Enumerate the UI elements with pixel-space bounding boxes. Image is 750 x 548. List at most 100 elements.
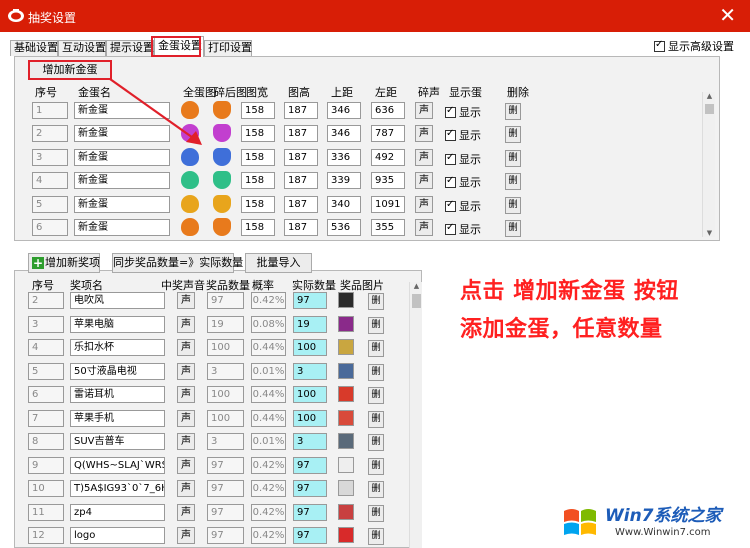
prize-name-input[interactable]: 苹果手机 [70, 410, 165, 427]
add-new-prize-button[interactable]: + 增加新奖项 [28, 253, 100, 273]
prize-actual-qty-input[interactable]: 97 [293, 292, 327, 309]
prize-name-input[interactable]: SUV吉普车 [70, 433, 165, 450]
tab-interaction[interactable]: 互动设置 [58, 40, 106, 56]
prize-sound-button[interactable]: 声 [177, 457, 195, 474]
prize-sound-button[interactable]: 声 [177, 339, 195, 356]
egg-width-input[interactable]: 158 [241, 125, 275, 142]
egg-width-input[interactable]: 158 [241, 196, 275, 213]
prize-sound-button[interactable]: 声 [177, 480, 195, 497]
egg-width-input[interactable]: 158 [241, 219, 275, 236]
egg-delete-button[interactable]: 删 [505, 220, 521, 237]
egg-height-input[interactable]: 187 [284, 172, 318, 189]
egg-left-input[interactable]: 935 [371, 172, 405, 189]
prize-image-thumbnail[interactable] [338, 433, 354, 449]
egg-width-input[interactable]: 158 [241, 172, 275, 189]
checkbox-icon[interactable] [445, 128, 456, 141]
prize-sound-button[interactable]: 声 [177, 433, 195, 450]
egg-full-image[interactable] [181, 171, 199, 189]
prize-sound-button[interactable]: 声 [177, 386, 195, 403]
prize-delete-button[interactable]: 删 [368, 364, 384, 381]
prize-delete-button[interactable]: 删 [368, 505, 384, 522]
prize-delete-button[interactable]: 删 [368, 387, 384, 404]
prize-name-input[interactable]: 电吹风 [70, 292, 165, 309]
scroll-up-icon[interactable]: ▲ [703, 92, 716, 100]
prize-name-input[interactable]: 苹果电脑 [70, 316, 165, 333]
prize-image-thumbnail[interactable] [338, 316, 354, 332]
prize-image-thumbnail[interactable] [338, 457, 354, 473]
egg-broken-image[interactable] [213, 148, 231, 166]
prize-image-thumbnail[interactable] [338, 339, 354, 355]
prize-actual-qty-input[interactable]: 97 [293, 504, 327, 521]
prize-delete-button[interactable]: 删 [368, 434, 384, 451]
tab-prompt[interactable]: 提示设置 [106, 40, 154, 56]
prize-name-input[interactable]: 乐扣水杯 [70, 339, 165, 356]
prize-actual-qty-input[interactable]: 97 [293, 457, 327, 474]
checkbox-icon[interactable] [445, 105, 456, 118]
egg-full-image[interactable] [181, 195, 199, 213]
egg-top-input[interactable]: 346 [327, 125, 361, 142]
egg-top-input[interactable]: 536 [327, 219, 361, 236]
egg-height-input[interactable]: 187 [284, 219, 318, 236]
egg-show-checkbox[interactable]: 显示 [445, 198, 481, 214]
prize-delete-button[interactable]: 删 [368, 411, 384, 428]
egg-width-input[interactable]: 158 [241, 102, 275, 119]
prize-delete-button[interactable]: 删 [368, 317, 384, 334]
egg-sound-button[interactable]: 声 [415, 149, 433, 166]
egg-height-input[interactable]: 187 [284, 125, 318, 142]
prize-actual-qty-input[interactable]: 100 [293, 339, 327, 356]
scroll-down-icon[interactable]: ▼ [703, 229, 716, 237]
prize-actual-qty-input[interactable]: 19 [293, 316, 327, 333]
prize-name-input[interactable]: logo [70, 527, 165, 544]
egg-left-input[interactable]: 355 [371, 219, 405, 236]
egg-broken-image[interactable] [213, 195, 231, 213]
checkbox-icon[interactable] [445, 222, 456, 235]
egg-list-scrollbar[interactable]: ▲ ▼ [702, 92, 715, 237]
prize-delete-button[interactable]: 删 [368, 340, 384, 357]
prize-name-input[interactable]: zp4 [70, 504, 165, 521]
checkbox-icon[interactable] [654, 39, 665, 52]
egg-sound-button[interactable]: 声 [415, 172, 433, 189]
egg-sound-button[interactable]: 声 [415, 102, 433, 119]
egg-delete-button[interactable]: 删 [505, 197, 521, 214]
egg-height-input[interactable]: 187 [284, 149, 318, 166]
prize-image-thumbnail[interactable] [338, 292, 354, 308]
egg-sound-button[interactable]: 声 [415, 219, 433, 236]
prize-name-input[interactable]: 50寸液晶电视 [70, 363, 165, 380]
egg-top-input[interactable]: 346 [327, 102, 361, 119]
egg-broken-image[interactable] [213, 101, 231, 119]
egg-left-input[interactable]: 787 [371, 125, 405, 142]
tab-print[interactable]: 打印设置 [204, 40, 252, 56]
egg-broken-image[interactable] [213, 171, 231, 189]
egg-left-input[interactable]: 1091 [371, 196, 405, 213]
prize-actual-qty-input[interactable]: 97 [293, 480, 327, 497]
prize-actual-qty-input[interactable]: 97 [293, 527, 327, 544]
egg-delete-button[interactable]: 删 [505, 126, 521, 143]
checkbox-icon[interactable] [445, 199, 456, 212]
egg-top-input[interactable]: 340 [327, 196, 361, 213]
egg-delete-button[interactable]: 删 [505, 150, 521, 167]
prize-image-thumbnail[interactable] [338, 410, 354, 426]
egg-name-input[interactable]: 新金蛋 [74, 196, 170, 213]
prize-delete-button[interactable]: 删 [368, 481, 384, 498]
egg-top-input[interactable]: 339 [327, 172, 361, 189]
prize-sound-button[interactable]: 声 [177, 504, 195, 521]
egg-show-checkbox[interactable]: 显示 [445, 104, 481, 120]
prize-image-thumbnail[interactable] [338, 363, 354, 379]
egg-broken-image[interactable] [213, 124, 231, 142]
egg-show-checkbox[interactable]: 显示 [445, 221, 481, 237]
prize-image-thumbnail[interactable] [338, 504, 354, 520]
egg-name-input[interactable]: 新金蛋 [74, 125, 170, 142]
egg-left-input[interactable]: 636 [371, 102, 405, 119]
egg-height-input[interactable]: 187 [284, 196, 318, 213]
egg-name-input[interactable]: 新金蛋 [74, 219, 170, 236]
scroll-thumb[interactable] [705, 104, 714, 114]
add-new-egg-button[interactable]: 增加新金蛋 [28, 60, 112, 80]
egg-width-input[interactable]: 158 [241, 149, 275, 166]
egg-top-input[interactable]: 336 [327, 149, 361, 166]
egg-sound-button[interactable]: 声 [415, 125, 433, 142]
egg-full-image[interactable] [181, 148, 199, 166]
prize-actual-qty-input[interactable]: 100 [293, 386, 327, 403]
egg-height-input[interactable]: 187 [284, 102, 318, 119]
prize-sound-button[interactable]: 声 [177, 363, 195, 380]
batch-import-button[interactable]: 批量导入 [245, 253, 312, 273]
